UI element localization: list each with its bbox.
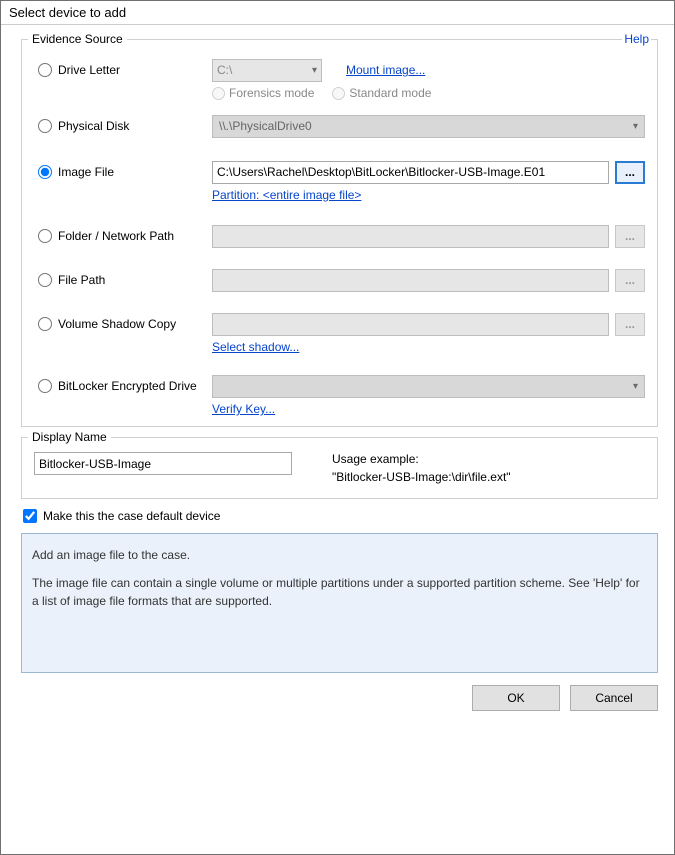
browse-file-button[interactable]: ... <box>615 269 645 292</box>
info-line-2: The image file can contain a single volu… <box>32 574 647 610</box>
label-file-path: File Path <box>58 273 105 287</box>
radio-forensics-mode[interactable] <box>212 87 225 100</box>
radio-drive-letter[interactable] <box>38 63 52 77</box>
info-line-1: Add an image file to the case. <box>32 546 647 564</box>
radio-standard-mode[interactable] <box>332 87 345 100</box>
browse-image-file-button[interactable]: ... <box>615 161 645 184</box>
label-bitlocker: BitLocker Encrypted Drive <box>58 379 197 393</box>
file-path-input[interactable] <box>212 269 609 292</box>
info-panel: Add an image file to the case. The image… <box>21 533 658 673</box>
ok-button[interactable]: OK <box>472 685 560 711</box>
label-image-file: Image File <box>58 165 114 179</box>
physical-disk-value: \\.\PhysicalDrive0 <box>219 119 312 133</box>
forensics-mode-option[interactable]: Forensics mode <box>212 86 314 100</box>
help-link[interactable]: Help <box>622 32 651 46</box>
standard-mode-option[interactable]: Standard mode <box>332 86 431 100</box>
evidence-source-legend: Evidence Source <box>28 32 127 46</box>
radio-physical-disk[interactable] <box>38 119 52 133</box>
browse-shadow-button[interactable]: ... <box>615 313 645 336</box>
bitlocker-combo[interactable]: ▾ <box>212 375 645 398</box>
display-name-input[interactable] <box>34 452 292 475</box>
shadow-input[interactable] <box>212 313 609 336</box>
chevron-down-icon: ▾ <box>633 381 638 392</box>
drive-letter-combo[interactable]: C:\ ▾ <box>212 59 322 82</box>
physical-disk-combo[interactable]: \\.\PhysicalDrive0 ▾ <box>212 115 645 138</box>
mount-image-link[interactable]: Mount image... <box>346 63 425 77</box>
usage-example-value: "Bitlocker-USB-Image:\dir\file.ext" <box>332 470 511 484</box>
folder-path-input[interactable] <box>212 225 609 248</box>
drive-letter-value: C:\ <box>217 63 232 77</box>
forensics-mode-label: Forensics mode <box>229 86 314 100</box>
radio-volume-shadow[interactable] <box>38 317 52 331</box>
label-volume-shadow: Volume Shadow Copy <box>58 317 176 331</box>
window-title: Select device to add <box>1 1 674 25</box>
browse-folder-button[interactable]: ... <box>615 225 645 248</box>
evidence-source-group: Evidence Source Help Drive Letter C:\ ▾ … <box>21 39 658 427</box>
label-folder-path: Folder / Network Path <box>58 229 174 243</box>
radio-folder-path[interactable] <box>38 229 52 243</box>
label-physical-disk: Physical Disk <box>58 119 129 133</box>
label-drive-letter: Drive Letter <box>58 63 120 77</box>
default-device-checkbox[interactable] <box>23 509 37 523</box>
default-device-label: Make this the case default device <box>43 509 220 523</box>
partition-link[interactable]: Partition: <entire image file> <box>212 188 361 202</box>
usage-example-label: Usage example: <box>332 452 511 466</box>
radio-bitlocker[interactable] <box>38 379 52 393</box>
display-name-group: Display Name Usage example: "Bitlocker-U… <box>21 437 658 499</box>
cancel-button[interactable]: Cancel <box>570 685 658 711</box>
radio-file-path[interactable] <box>38 273 52 287</box>
chevron-down-icon: ▾ <box>633 121 638 132</box>
display-name-legend: Display Name <box>28 430 111 444</box>
chevron-down-icon: ▾ <box>312 65 317 76</box>
radio-image-file[interactable] <box>38 165 52 179</box>
image-file-input[interactable] <box>212 161 609 184</box>
select-shadow-link[interactable]: Select shadow... <box>212 340 299 354</box>
verify-key-link[interactable]: Verify Key... <box>212 402 275 416</box>
standard-mode-label: Standard mode <box>349 86 431 100</box>
